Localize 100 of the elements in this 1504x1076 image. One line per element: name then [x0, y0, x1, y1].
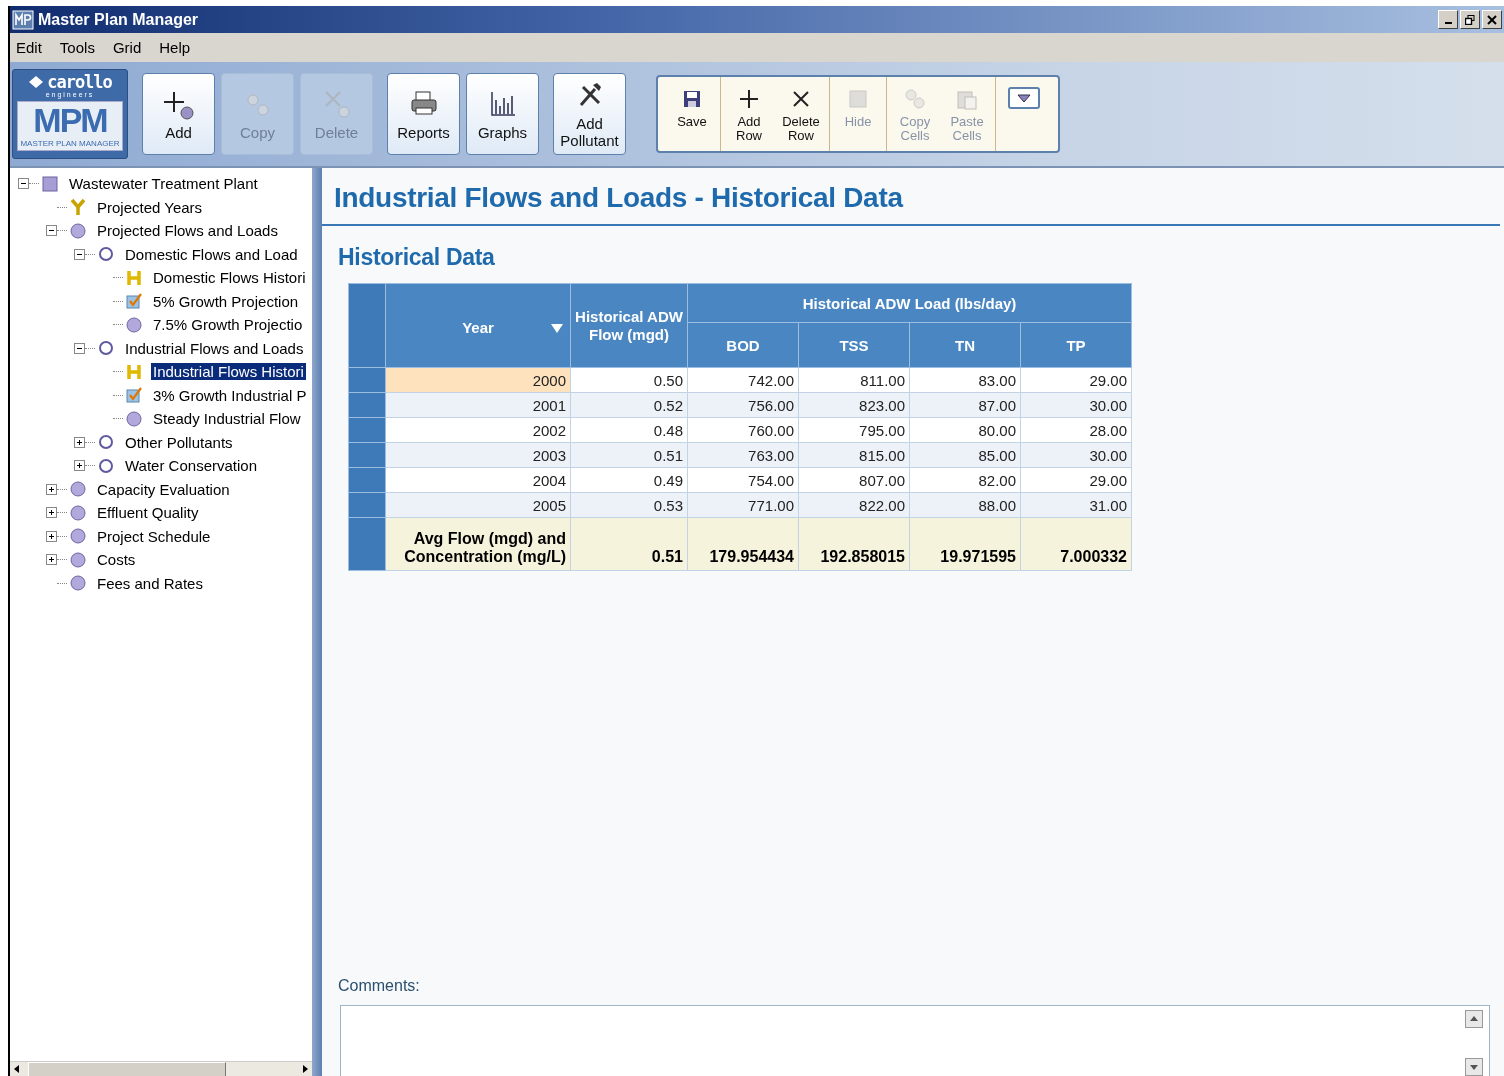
table-cell: 0.53 — [570, 492, 688, 518]
tree-item[interactable]: Capacity Evaluation — [95, 480, 232, 498]
toolbar-button[interactable]: Add Pollutant — [553, 73, 626, 155]
table-cell: 0.52 — [570, 392, 688, 418]
tree-item[interactable]: Other Pollutants — [123, 433, 235, 451]
menu-item[interactable]: Edit — [16, 39, 42, 56]
summary-cell: 19.971595 — [909, 517, 1021, 571]
table-cell: 83.00 — [909, 367, 1021, 393]
column-header[interactable]: Year — [385, 283, 571, 368]
horizontal-scrollbar[interactable] — [10, 1061, 312, 1076]
toolbar-button[interactable]: Delete Row — [775, 81, 827, 147]
logo-product-name: MASTER PLAN MANAGER — [20, 138, 120, 150]
tree-item[interactable]: Effluent Quality — [95, 504, 201, 522]
tree-ball-icon — [69, 221, 87, 240]
tree-ring-icon — [97, 339, 115, 358]
tree-item[interactable]: Wastewater Treatment Plant — [67, 175, 260, 193]
expander-icon[interactable] — [46, 554, 57, 566]
table-cell: 28.00 — [1020, 417, 1132, 443]
menu-item[interactable]: Grid — [112, 39, 142, 56]
logo-brand: carollo — [47, 74, 112, 90]
table-cell: 756.00 — [687, 392, 799, 418]
table-cell: 822.00 — [798, 492, 910, 518]
tree-item[interactable]: Domestic Flows Histori — [151, 269, 308, 287]
table-cell: 763.00 — [687, 442, 799, 468]
table-cell: 29.00 — [1020, 367, 1132, 393]
tree-item[interactable]: Industrial Flows Histori — [151, 363, 306, 381]
toolbar-button[interactable]: Reports — [387, 73, 460, 155]
tree-item[interactable]: Water Conservation — [123, 457, 259, 475]
scroll-up-icon[interactable] — [1465, 1010, 1483, 1028]
tree-item[interactable]: 7.5% Growth Projectio — [151, 316, 305, 334]
minimize-icon — [1444, 21, 1452, 24]
tree-item[interactable]: Projected Years — [95, 198, 205, 216]
tree-item[interactable]: Projected Flows and Loads — [95, 222, 280, 240]
dropdown-button[interactable] — [1008, 87, 1040, 109]
tree-item[interactable]: Fees and Rates — [95, 574, 205, 592]
tree-item[interactable]: 3% Growth Industrial P — [151, 386, 309, 404]
table-cell: 2004 — [385, 467, 571, 493]
tree-fork-icon — [69, 198, 87, 217]
table-cell: 811.00 — [798, 367, 910, 393]
scroll-down-icon[interactable] — [1465, 1058, 1483, 1076]
expander-icon[interactable] — [46, 530, 57, 542]
column-header: BOD — [687, 322, 799, 368]
expander-icon[interactable] — [74, 342, 85, 354]
expander-icon[interactable] — [18, 178, 29, 190]
table-cell: 807.00 — [798, 467, 910, 493]
summary-cell: 179.954434 — [687, 517, 799, 571]
sort-icon[interactable] — [550, 321, 564, 334]
expander-icon[interactable] — [74, 436, 85, 448]
expander-icon[interactable] — [46, 507, 57, 519]
table-cell: 2005 — [385, 492, 571, 518]
comments-label: Comments: — [338, 977, 421, 995]
menu-item[interactable]: Help — [159, 39, 191, 56]
tree-checkbox-icon — [125, 386, 143, 405]
tree-item[interactable]: Costs — [95, 551, 138, 569]
tree-ball-icon — [69, 503, 87, 522]
tree-ball-icon — [69, 550, 87, 569]
two-balls-icon — [903, 87, 927, 111]
table-cell: 0.50 — [570, 367, 688, 393]
table-cell: 771.00 — [687, 492, 799, 518]
table-cell: 85.00 — [909, 442, 1021, 468]
restore-button[interactable] — [1460, 10, 1480, 29]
expander-icon[interactable] — [74, 248, 85, 260]
tree-ball-icon — [125, 315, 143, 334]
minimize-button[interactable] — [1438, 10, 1458, 29]
table-cell: 760.00 — [687, 417, 799, 443]
tree-ball-icon — [69, 527, 87, 546]
toolbar-button[interactable]: Graphs — [466, 73, 539, 155]
close-button[interactable] — [1482, 10, 1502, 29]
expander-icon[interactable] — [46, 483, 57, 495]
column-header: TP — [1020, 322, 1132, 368]
summary-cell: 0.51 — [570, 517, 688, 571]
toolbar-button[interactable]: Save — [666, 81, 718, 147]
tree-ball-icon — [125, 409, 143, 428]
table-cell: 795.00 — [798, 417, 910, 443]
section-title: Historical Data — [338, 244, 496, 271]
tree-square-icon — [41, 174, 59, 193]
page-title: Industrial Flows and Loads - Historical Data — [322, 168, 1500, 226]
tree-item[interactable]: 5% Growth Projection — [151, 292, 301, 310]
table-cell: 88.00 — [909, 492, 1021, 518]
tree-item[interactable]: Project Schedule — [95, 527, 213, 545]
table-cell: 30.00 — [1020, 392, 1132, 418]
table-cell: 754.00 — [687, 467, 799, 493]
comments-field[interactable] — [340, 1005, 1490, 1076]
tree-item[interactable]: Domestic Flows and Load — [123, 245, 300, 263]
tree-checkbox-icon — [125, 292, 143, 311]
toolbar-button[interactable]: Add Row — [723, 81, 775, 147]
expander-icon[interactable] — [46, 225, 57, 237]
group-header: Historical ADW Load (lbs/day) — [687, 283, 1132, 323]
app-icon — [12, 9, 34, 30]
tree-item[interactable]: Steady Industrial Flow — [151, 410, 303, 428]
table-cell: 87.00 — [909, 392, 1021, 418]
table-cell: 80.00 — [909, 417, 1021, 443]
scroll-thumb[interactable] — [28, 1061, 226, 1076]
toolbar-button[interactable]: Add — [142, 73, 215, 155]
menu-item[interactable]: Tools — [59, 39, 95, 56]
tree-ring-icon — [97, 456, 115, 475]
tree-item[interactable]: Industrial Flows and Loads — [123, 339, 306, 357]
table-cell: 2000 — [385, 367, 571, 393]
expander-icon[interactable] — [74, 460, 85, 472]
column-header: Historical ADW Flow (mgd) — [570, 283, 688, 368]
